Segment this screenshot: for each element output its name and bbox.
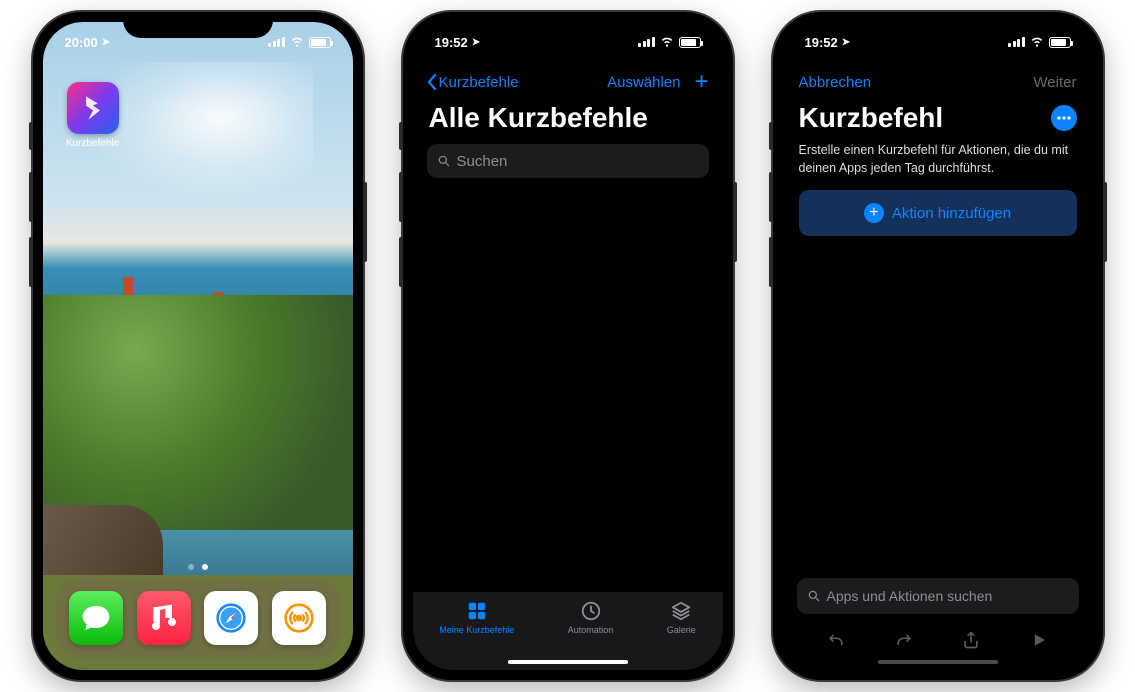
chevron-left-icon — [427, 74, 437, 90]
wifi-icon — [1030, 34, 1044, 51]
shortcuts-icon — [67, 82, 119, 134]
phone-home: 20:00 ➤ Kurzbefehle — [33, 12, 363, 680]
search-icon — [807, 589, 821, 603]
next-button[interactable]: Weiter — [1033, 74, 1076, 91]
search-actions-input[interactable]: Apps und Aktionen suchen — [797, 578, 1079, 614]
status-time: 20:00 — [65, 35, 98, 50]
battery-icon — [309, 37, 331, 48]
dock-safari[interactable] — [204, 591, 258, 645]
tab-gallery[interactable]: Galerie — [667, 600, 696, 670]
dock — [55, 578, 341, 658]
wifi-icon — [290, 34, 304, 51]
plus-circle-icon: + — [864, 203, 884, 223]
dock-messages[interactable] — [69, 591, 123, 645]
cancel-button[interactable]: Abbrechen — [799, 74, 872, 91]
status-time: 19:52 — [435, 35, 468, 50]
redo-button[interactable] — [894, 630, 914, 655]
phone-shortcuts-list: 19:52 ➤ Kurzbefehle Auswählen + Alle Kurz… — [403, 12, 733, 680]
add-action-button[interactable]: + Aktion hinzufügen — [799, 190, 1077, 236]
wifi-icon — [660, 34, 674, 51]
signal-icon — [1008, 37, 1025, 47]
battery-icon — [1049, 37, 1071, 48]
search-placeholder: Apps und Aktionen suchen — [827, 588, 993, 604]
home-indicator[interactable] — [878, 660, 998, 664]
share-button[interactable] — [961, 630, 981, 655]
battery-icon — [679, 37, 701, 48]
search-placeholder: Suchen — [457, 153, 508, 170]
tab-label: Meine Kurzbefehle — [439, 625, 514, 635]
home-indicator[interactable] — [508, 660, 628, 664]
undo-button[interactable] — [826, 630, 846, 655]
search-input[interactable]: Suchen — [427, 144, 709, 178]
tab-label: Galerie — [667, 625, 696, 635]
select-button[interactable]: Auswählen — [607, 74, 680, 91]
tab-my-shortcuts[interactable]: Meine Kurzbefehle — [439, 600, 514, 670]
page-title: Kurzbefehl — [799, 102, 944, 134]
grid-icon — [466, 600, 488, 622]
play-button[interactable] — [1029, 630, 1049, 655]
more-button[interactable] — [1051, 105, 1077, 131]
stack-icon — [670, 600, 692, 622]
phone-shortcut-editor: 19:52 ➤ Abbrechen Weiter Kurzbefehl Erste… — [773, 12, 1103, 680]
signal-icon — [268, 37, 285, 47]
dock-overcast[interactable] — [272, 591, 326, 645]
tab-label: Automation — [568, 625, 614, 635]
description-text: Erstelle einen Kurzbefehl für Aktionen, … — [799, 142, 1077, 177]
search-icon — [437, 154, 451, 168]
page-title: Alle Kurzbefehle — [429, 102, 707, 134]
clock-icon — [580, 600, 602, 622]
app-shortcuts[interactable]: Kurzbefehle — [63, 82, 123, 149]
add-button[interactable]: + — [694, 68, 708, 96]
location-icon: ➤ — [472, 37, 480, 48]
signal-icon — [638, 37, 655, 47]
app-label: Kurzbefehle — [63, 138, 123, 149]
location-icon: ➤ — [102, 37, 110, 48]
dock-music[interactable] — [137, 591, 191, 645]
tab-bar: Meine Kurzbefehle Automation Galerie — [413, 592, 723, 670]
ellipsis-icon — [1057, 116, 1071, 120]
page-indicator[interactable] — [43, 564, 353, 570]
status-time: 19:52 — [805, 35, 838, 50]
location-icon: ➤ — [842, 37, 850, 48]
back-button[interactable]: Kurzbefehle — [427, 74, 519, 91]
back-label: Kurzbefehle — [439, 74, 519, 91]
add-action-label: Aktion hinzufügen — [892, 205, 1011, 222]
